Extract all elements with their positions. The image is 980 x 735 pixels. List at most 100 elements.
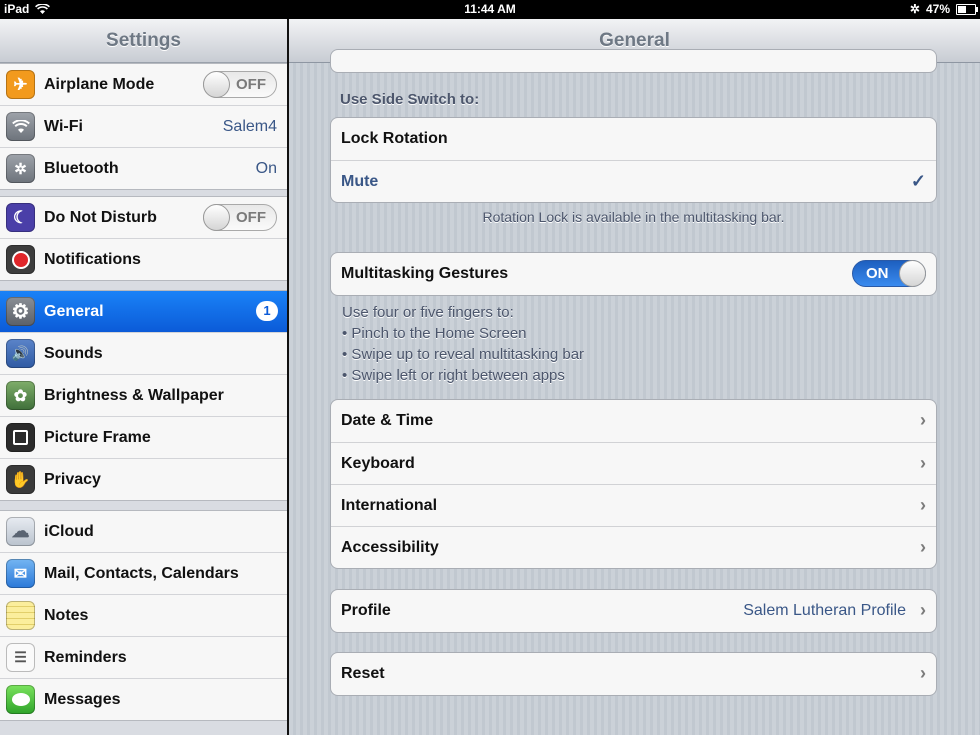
bluetooth-value: On	[255, 159, 277, 177]
sidebar-item-label: Reminders	[44, 648, 127, 666]
sidebar-item-messages[interactable]: Messages	[0, 678, 287, 720]
sidebar-item-label: Notes	[44, 606, 89, 624]
sidebar-item-airplane-mode[interactable]: ✈ Airplane Mode OFF	[0, 64, 287, 105]
chevron-right-icon: ›	[920, 600, 926, 620]
do-not-disturb-toggle[interactable]: OFF	[203, 204, 277, 231]
accessibility-label: Accessibility	[341, 538, 439, 556]
settings-list-card: Date & Time › Keyboard › International ›…	[330, 399, 937, 569]
scrolled-card	[330, 49, 937, 73]
profile-value: Salem Lutheran Profile	[743, 602, 906, 619]
international-label: International	[341, 496, 438, 514]
mute-label: Mute	[341, 172, 379, 190]
profile-card: Profile Salem Lutheran Profile ›	[330, 589, 937, 633]
hand-icon: ✋	[6, 465, 35, 494]
sidebar-item-label: iCloud	[44, 522, 94, 540]
sidebar-item-reminders[interactable]: ☰ Reminders	[0, 636, 287, 678]
note-line: Use four or five fingers to:	[342, 304, 514, 321]
sidebar-group-notifications: ☾ Do Not Disturb OFF Notifications	[0, 196, 287, 281]
chevron-right-icon: ›	[920, 410, 926, 430]
sidebar-item-sounds[interactable]: 🔊 Sounds	[0, 332, 287, 374]
checkmark-icon: ✓	[910, 171, 926, 191]
date-time-label: Date & Time	[341, 412, 434, 429]
status-bar: iPad 11:44 AM ✲ 47%	[0, 0, 980, 19]
update-badge: 1	[256, 301, 278, 321]
battery-icon	[956, 3, 978, 15]
sidebar-item-label: Brightness & Wallpaper	[44, 386, 224, 404]
multitasking-card: Multitasking Gestures ON	[330, 252, 937, 296]
chevron-right-icon: ›	[920, 495, 926, 515]
note-line: • Pinch to the Home Screen	[342, 325, 527, 342]
settings-sidebar: Settings ✈ Airplane Mode OFF Wi-Fi Salem…	[0, 19, 287, 735]
notes-icon	[6, 601, 35, 630]
accessibility-row[interactable]: Accessibility ›	[331, 526, 936, 568]
clock: 11:44 AM	[464, 2, 516, 16]
chevron-right-icon: ›	[920, 663, 926, 683]
sidebar-group-connectivity: ✈ Airplane Mode OFF Wi-Fi Salem4 ✲ Bluet…	[0, 63, 287, 190]
chevron-right-icon: ›	[920, 453, 926, 473]
wifi-network-value: Salem4	[222, 117, 277, 135]
note-line: • Swipe up to reveal multitasking bar	[342, 346, 585, 363]
sidebar-item-label: Picture Frame	[44, 428, 151, 446]
chevron-right-icon: ›	[920, 537, 926, 557]
sidebar-item-label: Privacy	[44, 470, 101, 488]
sidebar-item-label: Do Not Disturb	[44, 208, 157, 226]
keyboard-row[interactable]: Keyboard ›	[331, 442, 936, 484]
mute-row[interactable]: Mute ✓	[331, 160, 936, 202]
airplane-mode-toggle[interactable]: OFF	[203, 71, 277, 98]
flower-icon: ✿	[6, 381, 35, 410]
reset-card: Reset ›	[330, 652, 937, 696]
notifications-icon	[6, 245, 35, 274]
bluetooth-icon: ✲	[6, 154, 35, 183]
sidebar-item-label: Wi-Fi	[44, 117, 83, 135]
sidebar-title: Settings	[0, 19, 287, 63]
multitasking-gestures-row: Multitasking Gestures ON	[331, 253, 936, 295]
gear-icon: ⚙	[6, 297, 35, 326]
date-time-row[interactable]: Date & Time ›	[331, 400, 936, 442]
sidebar-item-bluetooth[interactable]: ✲ Bluetooth On	[0, 147, 287, 189]
reminders-icon: ☰	[6, 643, 35, 672]
sidebar-item-privacy[interactable]: ✋ Privacy	[0, 458, 287, 500]
rotation-lock-footnote: Rotation Lock is available in the multit…	[482, 209, 785, 225]
sidebar-item-do-not-disturb[interactable]: ☾ Do Not Disturb OFF	[0, 197, 287, 238]
profile-row[interactable]: Profile Salem Lutheran Profile ›	[331, 590, 936, 632]
sidebar-item-icloud[interactable]: ☁ iCloud	[0, 511, 287, 552]
sidebar-group-apps: ☁ iCloud ✉ Mail, Contacts, Calendars Not…	[0, 510, 287, 721]
sidebar-item-label: Bluetooth	[44, 159, 119, 177]
bluetooth-status-icon: ✲	[909, 2, 920, 16]
sidebar-item-label: Messages	[44, 690, 121, 708]
general-pane: General Use Side Switch to: Lock Rotatio…	[289, 19, 980, 735]
sidebar-item-wifi[interactable]: Wi-Fi Salem4	[0, 105, 287, 147]
sidebar-item-picture-frame[interactable]: Picture Frame	[0, 416, 287, 458]
sidebar-item-notifications[interactable]: Notifications	[0, 238, 287, 280]
sidebar-item-notes[interactable]: Notes	[0, 594, 287, 636]
reset-label: Reset	[341, 665, 385, 682]
multitasking-gestures-toggle[interactable]: ON	[852, 260, 926, 287]
mail-icon: ✉	[6, 559, 35, 588]
lock-rotation-label: Lock Rotation	[341, 130, 448, 147]
cloud-icon: ☁	[6, 517, 35, 546]
messages-icon	[6, 685, 35, 714]
sidebar-group-general: ⚙ General 1 🔊 Sounds ✿ Brightness & Wall…	[0, 290, 287, 501]
multitasking-gestures-label: Multitasking Gestures	[341, 265, 509, 282]
sidebar-item-label: General	[44, 302, 104, 320]
battery-percent: 47%	[925, 2, 950, 16]
sidebar-item-label: Airplane Mode	[44, 75, 155, 93]
sidebar-item-general[interactable]: ⚙ General 1	[0, 291, 287, 332]
airplane-icon: ✈	[6, 70, 35, 99]
picture-frame-icon	[6, 423, 35, 452]
speaker-icon: 🔊	[6, 339, 35, 368]
moon-icon: ☾	[6, 203, 35, 232]
international-row[interactable]: International ›	[331, 484, 936, 526]
sidebar-item-label: Notifications	[44, 250, 141, 268]
profile-label: Profile	[341, 602, 391, 619]
reset-row[interactable]: Reset ›	[331, 653, 936, 695]
note-line: • Swipe left or right between apps	[342, 367, 565, 384]
side-switch-header: Use Side Switch to:	[340, 91, 480, 108]
keyboard-label: Keyboard	[341, 454, 415, 472]
lock-rotation-row[interactable]: Lock Rotation	[331, 118, 936, 160]
wifi-icon	[6, 112, 35, 141]
side-switch-card: Lock Rotation Mute ✓	[330, 117, 937, 203]
sidebar-item-brightness-wallpaper[interactable]: ✿ Brightness & Wallpaper	[0, 374, 287, 416]
sidebar-item-label: Sounds	[44, 344, 103, 362]
sidebar-item-mail-contacts-calendars[interactable]: ✉ Mail, Contacts, Calendars	[0, 552, 287, 594]
